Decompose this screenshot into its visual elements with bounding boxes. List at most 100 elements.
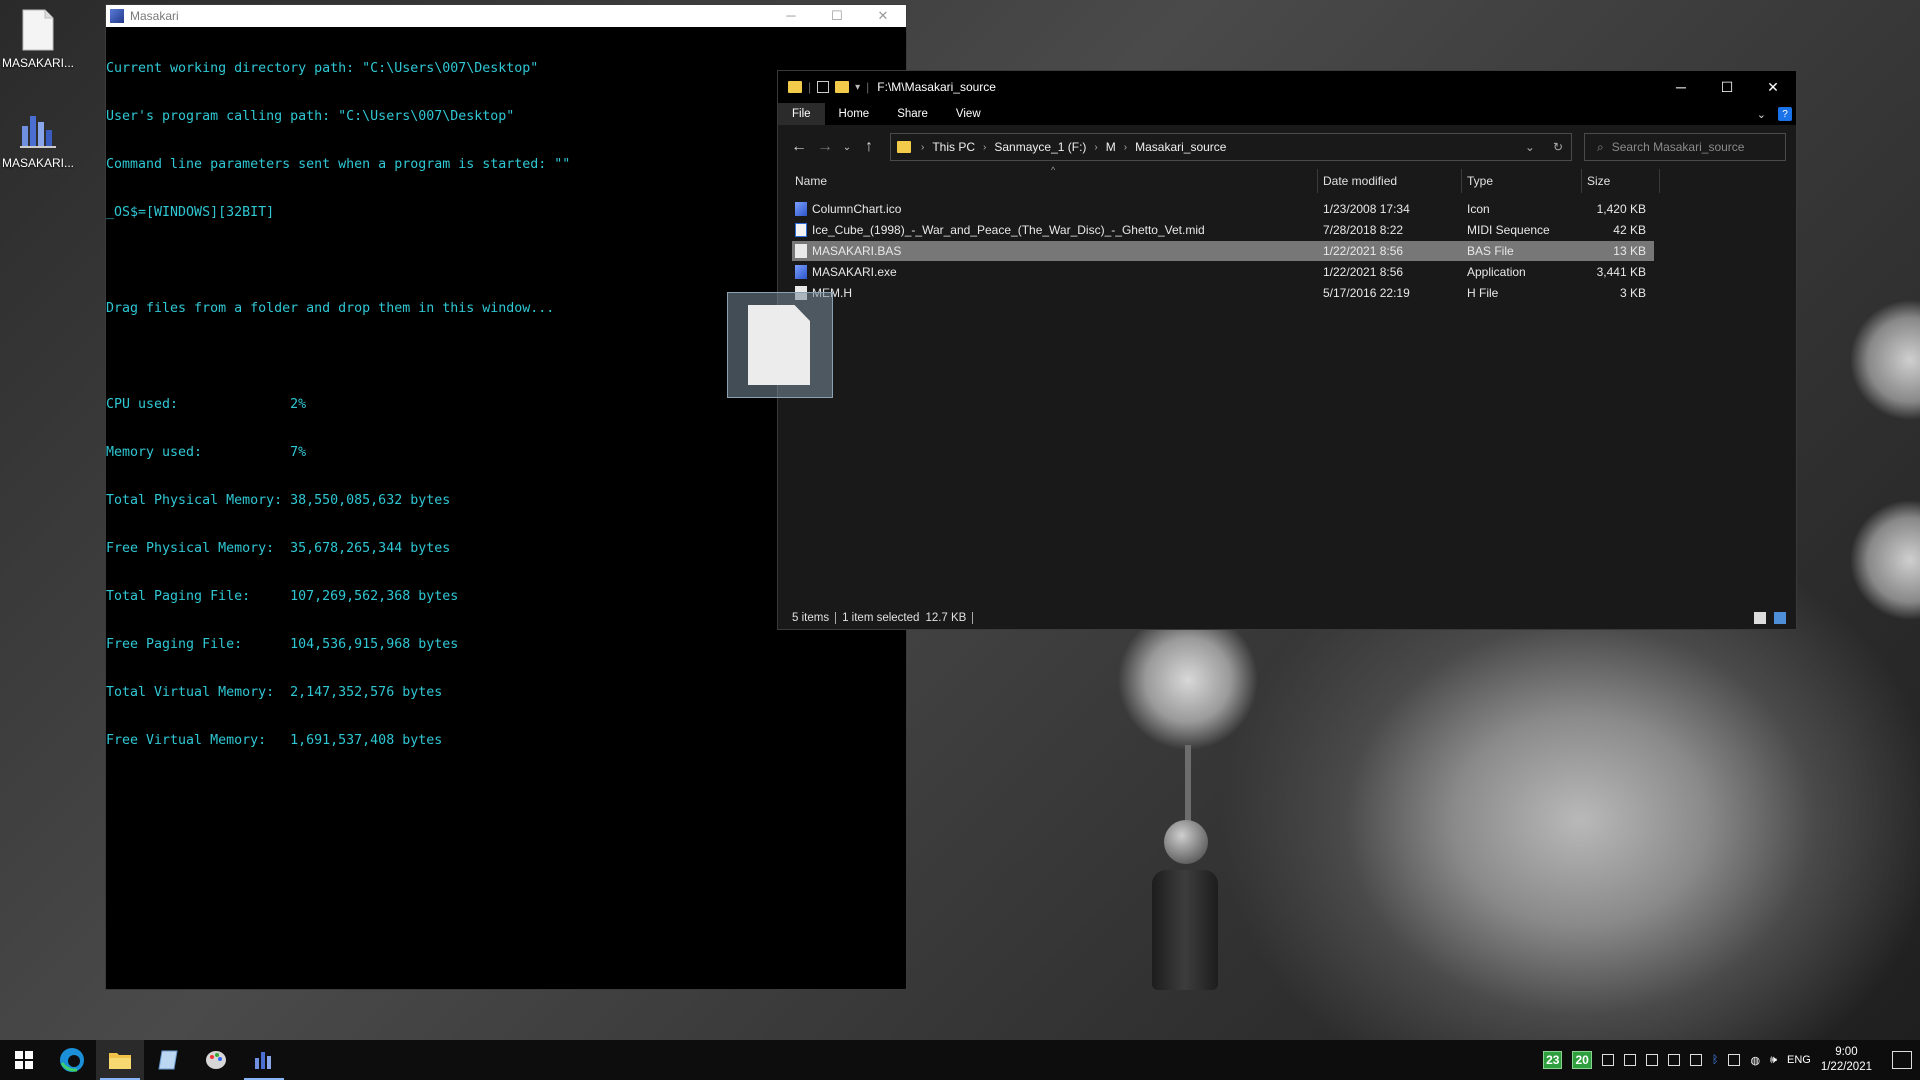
explorer-title-bar[interactable]: | ▾ | F:\M\Masakari_source ─ ☐ ✕ <box>778 71 1796 103</box>
taskbar-masakari[interactable] <box>240 1040 288 1080</box>
application-icon <box>795 265 807 279</box>
taskbar-file-explorer[interactable] <box>96 1040 144 1080</box>
column-size[interactable]: Size <box>1587 174 1610 188</box>
tab-file[interactable]: File <box>778 103 825 125</box>
tray-screen-icon[interactable] <box>1667 1054 1680 1066</box>
document-icon <box>795 244 807 258</box>
taskbar-notepad[interactable] <box>144 1040 192 1080</box>
tray-badge[interactable]: 23 <box>1543 1051 1563 1069</box>
close-button[interactable]: ✕ <box>860 8 906 24</box>
tray-device-icon[interactable] <box>1689 1054 1702 1066</box>
folder-icon <box>788 81 802 93</box>
file-type: BAS File <box>1467 244 1514 258</box>
tray-badge[interactable]: 20 <box>1572 1051 1592 1069</box>
column-divider[interactable] <box>1659 169 1660 193</box>
file-row[interactable]: MEM.H 5/17/2016 22:19 H File 3 KB <box>792 283 1654 303</box>
tray-plug-icon[interactable] <box>1728 1054 1741 1066</box>
search-input[interactable]: ⌕ Search Masakari_source <box>1584 133 1786 161</box>
desktop-icon-masakari-bas[interactable]: MASAKARI... <box>0 8 76 70</box>
breadcrumb-current[interactable]: Masakari_source <box>1135 140 1226 154</box>
file-type: Application <box>1467 265 1526 279</box>
column-divider[interactable] <box>1317 169 1318 193</box>
paint-palette-icon <box>206 1051 226 1069</box>
breadcrumb-m[interactable]: M <box>1106 140 1116 154</box>
customize-toolbar-icon[interactable]: ▾ <box>855 82 860 93</box>
desktop-icon-label: MASAKARI... <box>1 156 75 170</box>
navigation-bar: ← → ⌄ ↑ › This PC › Sanmayce_1 (F:) › M … <box>778 125 1796 169</box>
help-icon[interactable]: ? <box>1778 107 1792 121</box>
selection-count: 1 item selected <box>842 612 920 624</box>
taskbar-edge[interactable] <box>48 1040 96 1080</box>
properties-icon[interactable] <box>817 81 830 93</box>
item-count: 5 items <box>792 612 830 624</box>
back-arrow-icon[interactable]: ← <box>786 138 812 156</box>
file-date: 1/22/2021 8:56 <box>1323 265 1404 279</box>
app-chart-icon <box>110 9 124 23</box>
console-title-bar[interactable]: Masakari ─ ☐ ✕ <box>106 5 906 27</box>
details-view-icon[interactable] <box>1754 612 1766 624</box>
chevron-down-icon[interactable]: ⌄ <box>1525 140 1535 154</box>
address-bar[interactable]: › This PC › Sanmayce_1 (F:) › M › Masaka… <box>890 133 1572 161</box>
breadcrumb-this-pc[interactable]: This PC <box>932 140 975 154</box>
new-folder-icon[interactable] <box>835 81 850 93</box>
tab-share[interactable]: Share <box>883 103 942 125</box>
taskbar: 23 20 ᛒ ◍ 🕪 ENG 9:00 1/22/2021 <box>0 1040 1920 1080</box>
column-date-modified[interactable]: Date modified <box>1323 174 1397 188</box>
maximize-button[interactable]: ☐ <box>814 8 860 24</box>
file-name: MASAKARI.exe <box>812 265 897 279</box>
file-type: MIDI Sequence <box>1467 223 1550 237</box>
desktop-icon-masakari-exe[interactable]: MASAKARI... <box>0 108 76 170</box>
ribbon-tabs: File Home Share View ⌄ ? <box>778 103 1796 125</box>
tray-book-icon[interactable] <box>1623 1054 1636 1066</box>
maximize-button[interactable]: ☐ <box>1704 71 1750 103</box>
file-size: 3 KB <box>1619 286 1646 300</box>
forward-arrow-icon[interactable]: → <box>812 138 838 156</box>
tray-monitor-icon[interactable] <box>1601 1054 1614 1066</box>
taskbar-paint[interactable] <box>192 1040 240 1080</box>
start-button[interactable] <box>0 1040 48 1080</box>
minimize-button[interactable]: ─ <box>768 8 814 24</box>
recent-locations-icon[interactable]: ⌄ <box>838 142 856 153</box>
tab-home[interactable]: Home <box>825 103 884 125</box>
column-divider[interactable] <box>1581 169 1582 193</box>
drag-preview <box>727 292 833 398</box>
file-row[interactable]: Ice_Cube_(1998)_-_War_and_Peace_(The_War… <box>792 220 1654 240</box>
notification-center-icon[interactable] <box>1892 1051 1912 1069</box>
refresh-icon[interactable]: ↻ <box>1553 140 1563 154</box>
close-button[interactable]: ✕ <box>1750 71 1796 103</box>
folder-icon <box>109 1053 131 1069</box>
column-headers: ^ Name Date modified Type Size <box>778 165 1796 193</box>
desktop-icon-label: MASAKARI... <box>1 56 75 70</box>
up-arrow-icon[interactable]: ↑ <box>856 138 882 156</box>
network-globe-icon[interactable]: ◍ <box>1750 1054 1760 1067</box>
tray-usb-icon[interactable] <box>1645 1054 1658 1066</box>
breadcrumb-drive[interactable]: Sanmayce_1 (F:) <box>994 140 1086 154</box>
column-divider[interactable] <box>1461 169 1462 193</box>
file-type: H File <box>1467 286 1499 300</box>
file-row[interactable]: MASAKARI.exe 1/22/2021 8:56 Application … <box>792 262 1654 282</box>
file-date: 5/17/2016 22:19 <box>1323 286 1410 300</box>
clock-date: 1/22/2021 <box>1820 1061 1872 1073</box>
clock[interactable]: 9:00 1/22/2021 <box>1821 1045 1872 1075</box>
file-date: 1/22/2021 8:56 <box>1323 244 1404 258</box>
chevron-right-icon: › <box>921 141 925 153</box>
file-name: Ice_Cube_(1998)_-_War_and_Peace_(The_War… <box>812 223 1205 237</box>
status-bar: 5 items 1 item selected 12.7 KB <box>778 607 1796 629</box>
file-name: ColumnChart.ico <box>812 202 902 216</box>
bluetooth-icon[interactable]: ᛒ <box>1712 1054 1719 1066</box>
file-row[interactable]: ColumnChart.ico 1/23/2008 17:34 Icon 1,4… <box>792 199 1654 219</box>
volume-icon[interactable]: 🕪 <box>1770 1054 1777 1067</box>
column-type[interactable]: Type <box>1467 174 1493 188</box>
expand-ribbon-icon[interactable]: ⌄ <box>1757 108 1766 121</box>
file-explorer-window[interactable]: | ▾ | F:\M\Masakari_source ─ ☐ ✕ File Ho… <box>777 70 1797 630</box>
file-list: ColumnChart.ico 1/23/2008 17:34 Icon 1,4… <box>778 193 1796 531</box>
minimize-button[interactable]: ─ <box>1658 71 1704 103</box>
column-name[interactable]: Name <box>795 174 827 188</box>
file-row-selected[interactable]: MASAKARI.BAS 1/22/2021 8:56 BAS File 13 … <box>792 241 1654 261</box>
console-title: Masakari <box>130 9 179 23</box>
tab-view[interactable]: View <box>942 103 995 125</box>
window-title: F:\M\Masakari_source <box>877 80 996 94</box>
large-icons-view-icon[interactable] <box>1774 612 1786 624</box>
file-size: 13 KB <box>1613 244 1646 258</box>
input-language[interactable]: ENG <box>1787 1054 1811 1066</box>
